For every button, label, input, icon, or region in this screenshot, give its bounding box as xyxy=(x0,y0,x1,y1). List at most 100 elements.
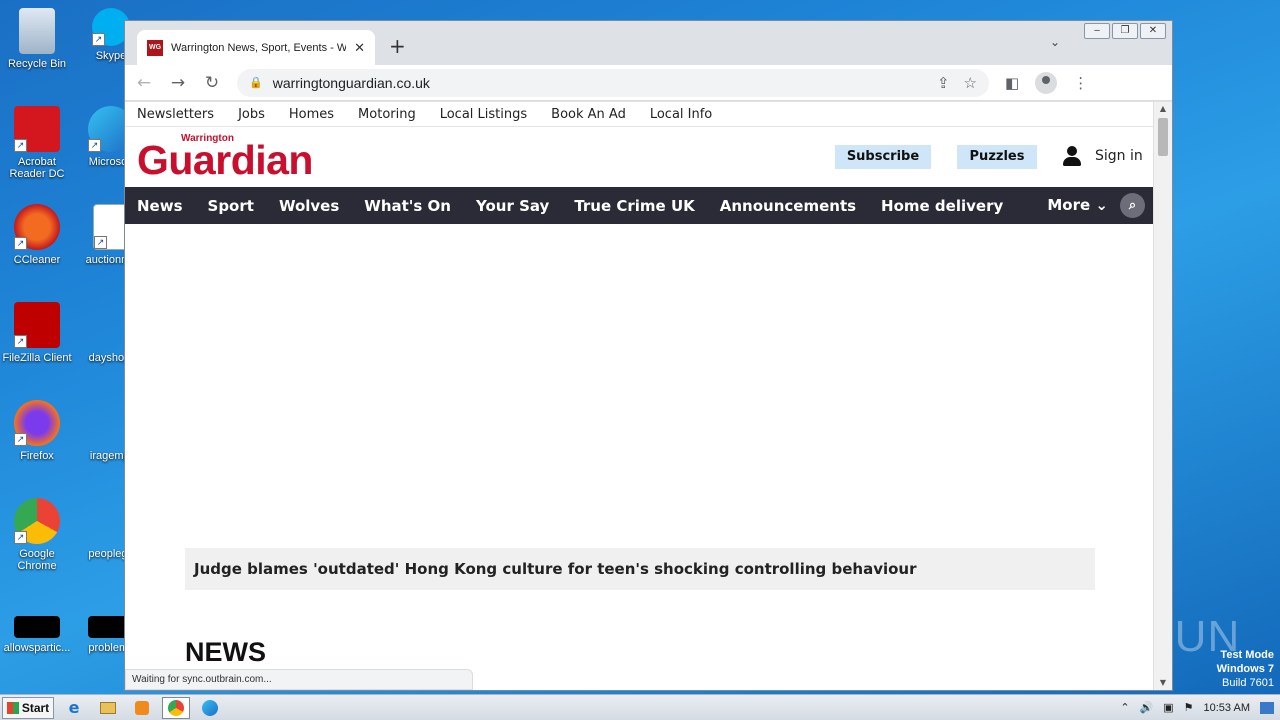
utility-nav: Newsletters Jobs Homes Motoring Local Li… xyxy=(125,102,1154,127)
network-icon[interactable]: ▣ xyxy=(1163,701,1173,714)
page-viewport: Newsletters Jobs Homes Motoring Local Li… xyxy=(125,102,1154,690)
shortcut-arrow-icon: ↗ xyxy=(14,335,27,348)
recycle-bin-icon xyxy=(19,8,55,54)
nav-announcements[interactable]: Announcements xyxy=(720,197,856,215)
util-nav-homes[interactable]: Homes xyxy=(289,107,334,122)
search-icon[interactable]: ⌕ xyxy=(1120,193,1145,218)
start-label: Start xyxy=(21,700,50,715)
nav-sport[interactable]: Sport xyxy=(208,197,254,215)
desktop-icon-label: Recycle Bin xyxy=(7,58,67,70)
black-file-icon xyxy=(14,616,60,638)
page-scrollbar[interactable]: ▲ ▼ xyxy=(1153,102,1172,690)
util-nav-motoring[interactable]: Motoring xyxy=(358,107,416,122)
puzzles-button[interactable]: Puzzles xyxy=(957,145,1037,169)
browser-toolbar: ← → ↻ 🔒 warringtonguardian.co.uk ⇪ ☆ ◧ ⋮ xyxy=(125,65,1172,101)
profile-avatar-icon[interactable] xyxy=(1035,71,1058,94)
nav-news[interactable]: News xyxy=(137,197,183,215)
desktop-icon-label: FileZilla Client xyxy=(2,352,72,364)
site-favicon-icon: WG xyxy=(147,39,163,56)
shortcut-arrow-icon: ↗ xyxy=(14,139,27,152)
desktop-icon-recycle-bin[interactable]: Recycle Bin xyxy=(0,8,74,70)
start-button[interactable]: Start xyxy=(2,696,54,719)
util-nav-book-an-ad[interactable]: Book An Ad xyxy=(551,107,626,122)
shortcut-arrow-icon: ↗ xyxy=(88,139,101,152)
taskbar-chrome-icon[interactable] xyxy=(162,696,190,719)
address-bar[interactable]: 🔒 warringtonguardian.co.uk ⇪ ☆ xyxy=(237,68,989,97)
status-bubble: Waiting for sync.outbrain.com... xyxy=(125,669,473,690)
taskbar-ie-icon[interactable]: e xyxy=(60,697,88,719)
util-nav-local-listings[interactable]: Local Listings xyxy=(440,107,527,122)
test-mode-line: Test Mode xyxy=(1220,649,1274,661)
flag-icon[interactable]: ⚑ xyxy=(1184,701,1194,714)
browser-window: ‒ ❐ ✕ WG Warrington News, Sport, Events … xyxy=(124,20,1173,691)
desktop-icon-filezilla[interactable]: ↗ FileZilla Client xyxy=(0,302,74,364)
taskbar-explorer-icon[interactable] xyxy=(94,697,122,719)
nav-wolves[interactable]: Wolves xyxy=(279,197,339,215)
more-menu[interactable]: More ⌄ xyxy=(1047,196,1108,214)
shortcut-arrow-icon: ↗ xyxy=(94,236,107,249)
subscribe-button[interactable]: Subscribe xyxy=(835,145,931,169)
build-line: Build 7601 xyxy=(1222,677,1274,689)
nav-your-say[interactable]: Your Say xyxy=(476,197,549,215)
clock[interactable]: 10:53 AM xyxy=(1204,702,1250,714)
desktop-icon-acrobat[interactable]: ↗ Acrobat Reader DC xyxy=(0,106,74,180)
share-icon[interactable]: ⇪ xyxy=(937,74,950,92)
side-panel-icon[interactable]: ◧ xyxy=(1005,74,1019,92)
more-label: More xyxy=(1047,196,1091,214)
scroll-down-icon[interactable]: ▼ xyxy=(1154,676,1172,690)
taskbar: Start e ⌃ 🔊 ▣ ⚑ 10:53 AM xyxy=(0,694,1280,720)
taskbar-media-player-icon[interactable] xyxy=(128,697,156,719)
shortcut-arrow-icon: ↗ xyxy=(92,33,105,46)
desktop-icon-ccleaner[interactable]: ↗ CCleaner xyxy=(0,204,74,266)
kebab-menu-icon[interactable]: ⋮ xyxy=(1073,74,1088,92)
volume-icon[interactable]: 🔊 xyxy=(1140,701,1154,714)
scroll-thumb[interactable] xyxy=(1158,118,1168,156)
browser-tab[interactable]: WG Warrington News, Sport, Events - W ✕ xyxy=(137,30,375,65)
desktop-icon-label: allowspartic... xyxy=(3,642,71,654)
back-arrow-icon[interactable]: ← xyxy=(129,73,159,93)
tab-strip: WG Warrington News, Sport, Events - W ✕ … xyxy=(125,21,1172,65)
nav-whats-on[interactable]: What's On xyxy=(364,197,451,215)
logo-big-text: Guardian xyxy=(137,137,313,183)
reload-icon[interactable]: ↻ xyxy=(197,73,227,93)
util-nav-local-info[interactable]: Local Info xyxy=(650,107,712,122)
shortcut-arrow-icon: ↗ xyxy=(14,433,27,446)
sign-in-link[interactable]: Sign in xyxy=(1061,145,1143,167)
chrome-icon: ↗ xyxy=(14,498,60,544)
nav-true-crime-uk[interactable]: True Crime UK xyxy=(574,197,694,215)
url-text[interactable]: warringtonguardian.co.uk xyxy=(273,75,923,91)
desktop-icon-label: Google Chrome xyxy=(17,548,57,572)
desktop-icon-allowspartic[interactable]: allowspartic... xyxy=(0,616,74,654)
acrobat-icon: ↗ xyxy=(14,106,60,152)
tab-title: Warrington News, Sport, Events - W xyxy=(171,41,347,54)
forward-arrow-icon[interactable]: → xyxy=(163,73,193,93)
show-desktop-icon[interactable] xyxy=(1260,701,1274,714)
filezilla-icon: ↗ xyxy=(14,302,60,348)
tray-expand-icon[interactable]: ⌃ xyxy=(1120,701,1129,714)
desktop-icon-firefox[interactable]: ↗ Firefox xyxy=(0,400,74,462)
nav-home-delivery[interactable]: Home delivery xyxy=(881,197,1003,215)
scroll-up-icon[interactable]: ▲ xyxy=(1154,102,1172,116)
masthead: Warrington Guardian Subscribe Puzzles Si… xyxy=(125,127,1154,187)
headline-link[interactable]: Judge blames 'outdated' Hong Kong cultur… xyxy=(185,548,1095,590)
tab-close-icon[interactable]: ✕ xyxy=(354,40,365,56)
desktop-icon-label: Acrobat Reader DC xyxy=(9,156,65,180)
system-tray: ⌃ 🔊 ▣ ⚑ 10:53 AM xyxy=(1120,701,1280,714)
section-title: NEWS xyxy=(185,637,266,667)
desktop-icon-chrome[interactable]: ↗ Google Chrome xyxy=(0,498,74,572)
desktop-icon-label: Skype xyxy=(95,50,127,62)
sign-in-label: Sign in xyxy=(1095,148,1143,164)
util-nav-jobs[interactable]: Jobs xyxy=(238,107,265,122)
windows-version-line: Windows 7 xyxy=(1216,663,1274,675)
taskbar-edge-icon[interactable] xyxy=(196,697,224,719)
shortcut-arrow-icon: ↗ xyxy=(14,237,27,250)
new-tab-button[interactable]: + xyxy=(389,34,406,58)
util-nav-newsletters[interactable]: Newsletters xyxy=(137,107,214,122)
tab-search-chevron-icon[interactable]: ⌄ xyxy=(1050,35,1060,49)
desktop-icon-label: CCleaner xyxy=(13,254,61,266)
bookmark-star-icon[interactable]: ☆ xyxy=(964,74,977,92)
firefox-icon: ↗ xyxy=(14,400,60,446)
test-mode-text: Test Mode Windows 7 Build 7601 xyxy=(1217,648,1274,690)
lock-icon[interactable]: 🔒 xyxy=(249,76,263,89)
desktop-icon-label: Firefox xyxy=(20,450,54,462)
